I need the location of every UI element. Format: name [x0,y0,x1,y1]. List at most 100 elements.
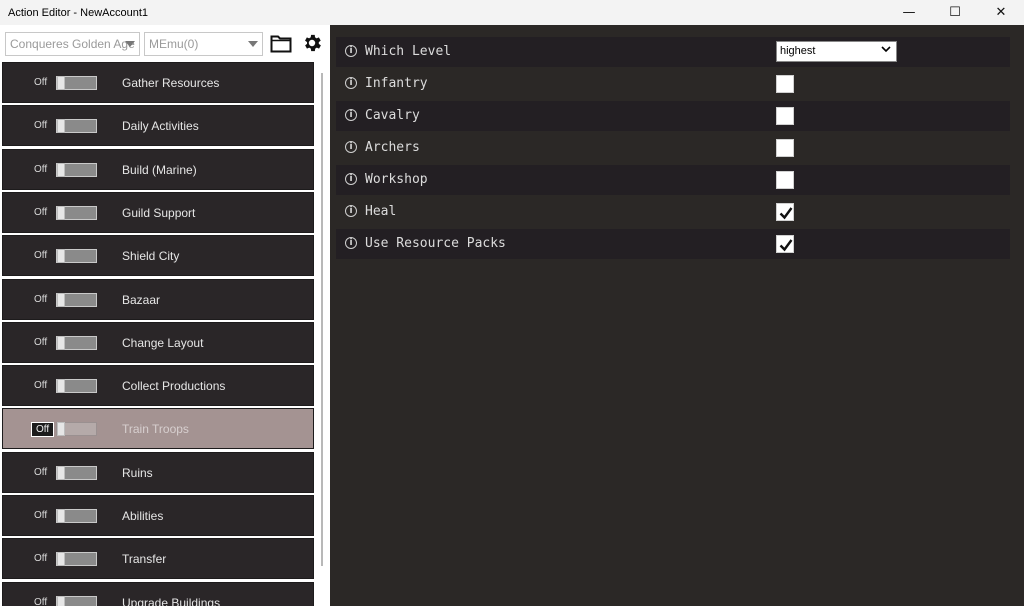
toggle-knob[interactable] [57,119,65,134]
checkmark-icon [779,207,793,220]
toggle-knob[interactable] [57,595,65,606]
action-label: Ruins [122,465,153,480]
setting-checkbox[interactable] [776,139,794,157]
setting-checkbox[interactable] [776,171,794,189]
toggle-knob[interactable] [57,465,65,480]
action-item[interactable]: Off Upgrade Buildings [2,581,314,606]
emulator-select-value: MEmu(0) [149,37,199,51]
toggle-knob[interactable] [57,76,65,90]
window-controls: — ☐ ✕ [886,0,1024,25]
close-button[interactable]: ✕ [978,0,1024,25]
action-editor-window: Action Editor - NewAccount1 — ☐ ✕ Conque… [0,0,1024,606]
action-item[interactable]: Off Collect Productions [2,365,314,407]
toggle-knob[interactable] [57,552,65,567]
info-icon[interactable]: i [345,109,357,121]
action-item[interactable]: Off Gather Resources [2,62,314,103]
toggle-state-label: Off [34,163,48,175]
action-label: Abilities [122,509,164,523]
info-icon[interactable]: i [345,45,357,57]
actions-panel: Conqueres Golden Age MEmu(0) Off Gather R… [0,25,330,606]
info-icon[interactable]: i [345,77,357,89]
action-label: Build (Marine) [122,162,197,177]
setting-row: i Workshop [336,165,1010,195]
action-toggle[interactable] [56,595,97,606]
setting-label: Archers [365,140,420,155]
toggle-knob[interactable] [57,379,65,394]
game-select-value: Conqueres Golden Age [10,37,135,51]
action-label: Collect Productions [122,379,226,394]
toggle-state-label: Off [34,466,48,478]
setting-row: i Cavalry [336,101,1010,131]
setting-label: Infantry [365,76,428,91]
setting-row: i Which Level highest [336,37,1010,67]
action-toggle[interactable] [56,119,97,134]
action-item[interactable]: Off Abilities [2,495,314,536]
action-item[interactable]: Off Build (Marine) [2,148,314,190]
toggle-knob[interactable] [57,509,65,523]
toggle-state-label: Off [34,293,48,305]
setting-checkbox[interactable] [776,235,794,253]
setting-label: Which Level [365,44,452,59]
action-item[interactable]: Off Bazaar [2,278,314,320]
setting-checkbox[interactable] [776,203,794,221]
toggle-state-label: Off [34,380,48,392]
folder-icon[interactable] [270,33,292,53]
action-item[interactable]: Off Shield City [2,235,314,277]
action-label: Upgrade Buildings [122,595,221,606]
toggle-state-label: Off [34,120,48,132]
action-item[interactable]: Off Train Troops [2,408,314,450]
action-toggle[interactable] [56,552,97,567]
level-select[interactable]: highest [776,41,897,62]
minimize-button[interactable]: — [886,0,932,25]
setting-checkbox[interactable] [776,75,794,93]
emulator-select[interactable]: MEmu(0) [144,32,263,56]
setting-checkbox[interactable] [776,107,794,125]
toggle-state-label: Off [34,596,48,606]
toggle-knob[interactable] [57,292,65,307]
toggle-state-label: Off [34,553,48,565]
chevron-down-icon [881,46,891,53]
info-icon[interactable]: i [345,141,357,153]
action-toggle[interactable] [56,509,97,523]
toggle-state-label: Off [34,250,48,262]
toggle-knob[interactable] [57,249,65,264]
toggle-knob[interactable] [57,205,65,220]
toggle-knob[interactable] [57,162,65,177]
action-toggle[interactable] [56,76,97,90]
scrollbar[interactable] [321,73,323,566]
toggle-state-label: Off [34,206,48,218]
action-item[interactable]: Off Ruins [2,451,314,493]
maximize-button[interactable]: ☐ [932,0,978,25]
action-toggle[interactable] [56,292,97,307]
action-toggle[interactable] [56,422,97,437]
action-toggle[interactable] [56,205,97,220]
info-icon[interactable]: i [345,173,357,185]
action-toggle[interactable] [56,249,97,264]
info-icon[interactable]: i [345,237,357,249]
action-toggle[interactable] [56,465,97,480]
info-icon[interactable]: i [345,205,357,217]
checkmark-icon [779,239,793,252]
toggle-knob[interactable] [57,335,65,350]
action-item[interactable]: Off Change Layout [2,321,314,363]
action-toggle[interactable] [56,162,97,177]
toggle-state-label: Off [34,510,48,521]
action-item[interactable]: Off Transfer [2,538,314,580]
game-select[interactable]: Conqueres Golden Age [5,32,140,56]
action-item[interactable]: Off Daily Activities [2,105,314,147]
action-label: Guild Support [122,205,196,220]
action-toggle[interactable] [56,335,97,350]
setting-row: i Archers [336,133,1010,163]
toggle-knob[interactable] [57,422,65,437]
action-item[interactable]: Off Guild Support [2,191,314,233]
title-bar: Action Editor - NewAccount1 — ☐ ✕ [0,0,1024,25]
action-toggle[interactable] [56,379,97,394]
window-title: Action Editor - NewAccount1 [8,6,149,19]
gear-icon[interactable] [301,32,323,54]
chevron-down-icon [248,41,258,47]
toolbar: Conqueres Golden Age MEmu(0) [0,25,330,61]
action-label: Transfer [122,552,167,567]
setting-row: i Infantry [336,69,1010,99]
setting-label: Heal [365,204,397,219]
action-label: Daily Activities [122,119,199,134]
